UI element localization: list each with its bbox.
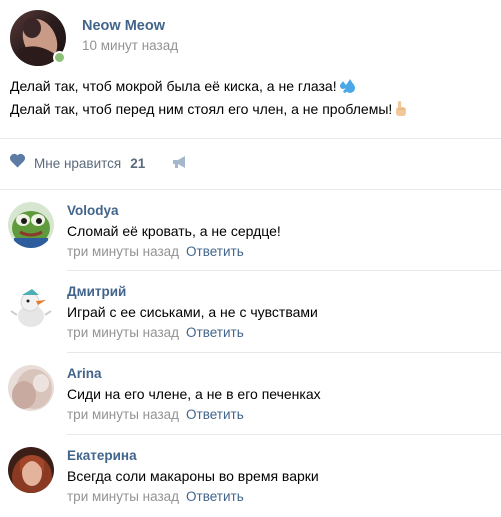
comment-text: Играй с ее сиськами, а не с чувствами — [67, 304, 318, 320]
comment-item: Дмитрий Играй с ее сиськами, а не с чувс… — [0, 270, 501, 350]
comment-meta: три минуты назад Ответить — [67, 244, 244, 259]
commenter-name[interactable]: Екатерина — [67, 448, 137, 463]
comment-time[interactable]: три минуты назад — [67, 407, 179, 422]
comment-time[interactable]: три минуты назад — [67, 244, 179, 259]
comment-item: Arina Сиди на его члене, а не в его пече… — [0, 352, 501, 432]
reply-button[interactable]: Ответить — [186, 489, 244, 504]
author-avatar[interactable] — [10, 10, 66, 66]
post-line-1: Делай так, чтоб мокрой была её киска, а … — [10, 76, 494, 99]
comment-text: Всегда соли макароны во время варки — [67, 468, 319, 484]
commenter-avatar[interactable] — [8, 365, 54, 411]
pointing-up-icon — [394, 100, 408, 122]
like-count: 21 — [130, 155, 146, 171]
like-label: Мне нравится — [34, 155, 122, 171]
commenter-avatar[interactable] — [8, 447, 54, 493]
commenter-avatar[interactable] — [8, 283, 54, 329]
reply-button[interactable]: Ответить — [186, 244, 244, 259]
post-text: Делай так, чтоб мокрой была её киска, а … — [10, 76, 494, 122]
comment-time[interactable]: три минуты назад — [67, 325, 179, 340]
share-button[interactable] — [171, 154, 189, 175]
comment-text: Сломай её кровать, а не сердце! — [67, 223, 281, 239]
comment-item: Volodya Сломай её кровать, а не сердце! … — [0, 189, 501, 269]
comment-time[interactable]: три минуты назад — [67, 489, 179, 504]
commenter-name[interactable]: Arina — [67, 366, 102, 381]
post-actions: Мне нравится 21 — [9, 151, 309, 175]
comment-meta: три минуты назад Ответить — [67, 407, 244, 422]
reply-button[interactable]: Ответить — [186, 325, 244, 340]
heart-icon — [9, 153, 26, 173]
like-button[interactable]: Мне нравится 21 — [9, 153, 145, 173]
post-line-2: Делай так, чтоб перед ним стоял его член… — [10, 99, 494, 122]
sweat-droplets-icon — [339, 78, 357, 99]
commenter-name[interactable]: Volodya — [67, 203, 119, 218]
comment-meta: три минуты назад Ответить — [67, 489, 244, 504]
online-indicator — [53, 51, 66, 64]
commenter-avatar[interactable] — [8, 202, 54, 248]
comment-item: Екатерина Всегда соли макароны во время … — [0, 434, 501, 514]
reply-button[interactable]: Ответить — [186, 407, 244, 422]
megaphone-icon — [171, 156, 189, 174]
comment-text: Сиди на его члене, а не в его печенках — [67, 386, 321, 402]
commenter-name[interactable]: Дмитрий — [67, 284, 126, 299]
post-time[interactable]: 10 минут назад — [82, 38, 178, 53]
divider — [0, 138, 501, 139]
post-header: Neow Meow 10 минут назад — [10, 10, 490, 66]
post-author[interactable]: Neow Meow — [82, 18, 165, 34]
comment-meta: три минуты назад Ответить — [67, 325, 244, 340]
